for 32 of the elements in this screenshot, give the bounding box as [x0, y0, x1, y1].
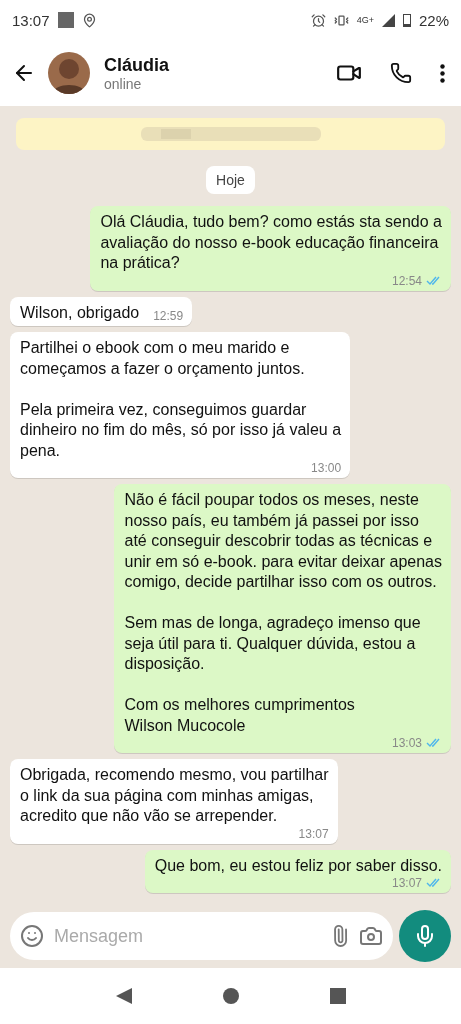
message-time: 13:07 — [391, 876, 422, 890]
message-composer[interactable]: Mensagem — [10, 912, 393, 960]
message-text: Wilson, obrigado — [20, 302, 140, 323]
message-field[interactable]: Mensagem — [52, 924, 321, 948]
network-type: 4G+ — [356, 15, 374, 25]
battery-icon — [402, 13, 411, 27]
signal-icon — [381, 13, 395, 27]
message-text: Não é fácil poupar todos os meses, neste nosso país, eu também já passei por isso até conseguir descobrir todas as técnicas e unir em só e-book. para evitar deixar apenas comigo, decide partilhar isso com os outros. Sem mas de longa, agradeço imenso que seja útil para ti. Qualquer dúvida, estou a disposição. Com os melhores cumprimentos Wilson Mucocole — [124, 490, 442, 736]
phone-icon — [390, 62, 412, 84]
alarm-icon — [310, 12, 326, 28]
message-time: 12:54 — [391, 273, 422, 288]
message-text: Olá Cláudia, tudo bem? como estás sta sendo a avaliação do nosso e-book educação financeira na prática? — [100, 212, 442, 273]
contact-name: Cláudia — [104, 54, 169, 76]
message-time: 13:00 — [311, 461, 342, 475]
message-time: 12:59 — [153, 309, 184, 323]
contact-status: online — [104, 75, 143, 92]
emoji-icon[interactable] — [20, 924, 44, 948]
battery-percent: 22% — [418, 11, 449, 29]
more-icon — [440, 63, 445, 83]
date-chip: Hoje — [206, 166, 255, 194]
clock-time: 13:07 — [12, 11, 50, 29]
message-text: Partilhei o ebook com o meu marido e começamos a fazer o orçamento juntos. Pela primeira vez, conseguimos guardar dinheiro no fim do mês, só por isso já valeu a pena. — [20, 338, 342, 461]
message-text: Que bom, eu estou feliz por saber disso. — [154, 855, 442, 876]
location-icon — [81, 12, 97, 28]
camera-icon[interactable] — [359, 924, 383, 948]
vibrate-icon — [333, 12, 349, 28]
message-text: Obrigada, recomendo mesmo, vou partilhar o link da sua página com minhas amigas, acredito que não vão se arrepender. — [20, 765, 329, 826]
message-time: 13:07 — [298, 826, 329, 841]
message-time: 13:03 — [391, 736, 422, 750]
avatar — [48, 52, 90, 94]
microphone-button[interactable] — [399, 910, 451, 962]
notification-square-icon — [57, 12, 74, 28]
